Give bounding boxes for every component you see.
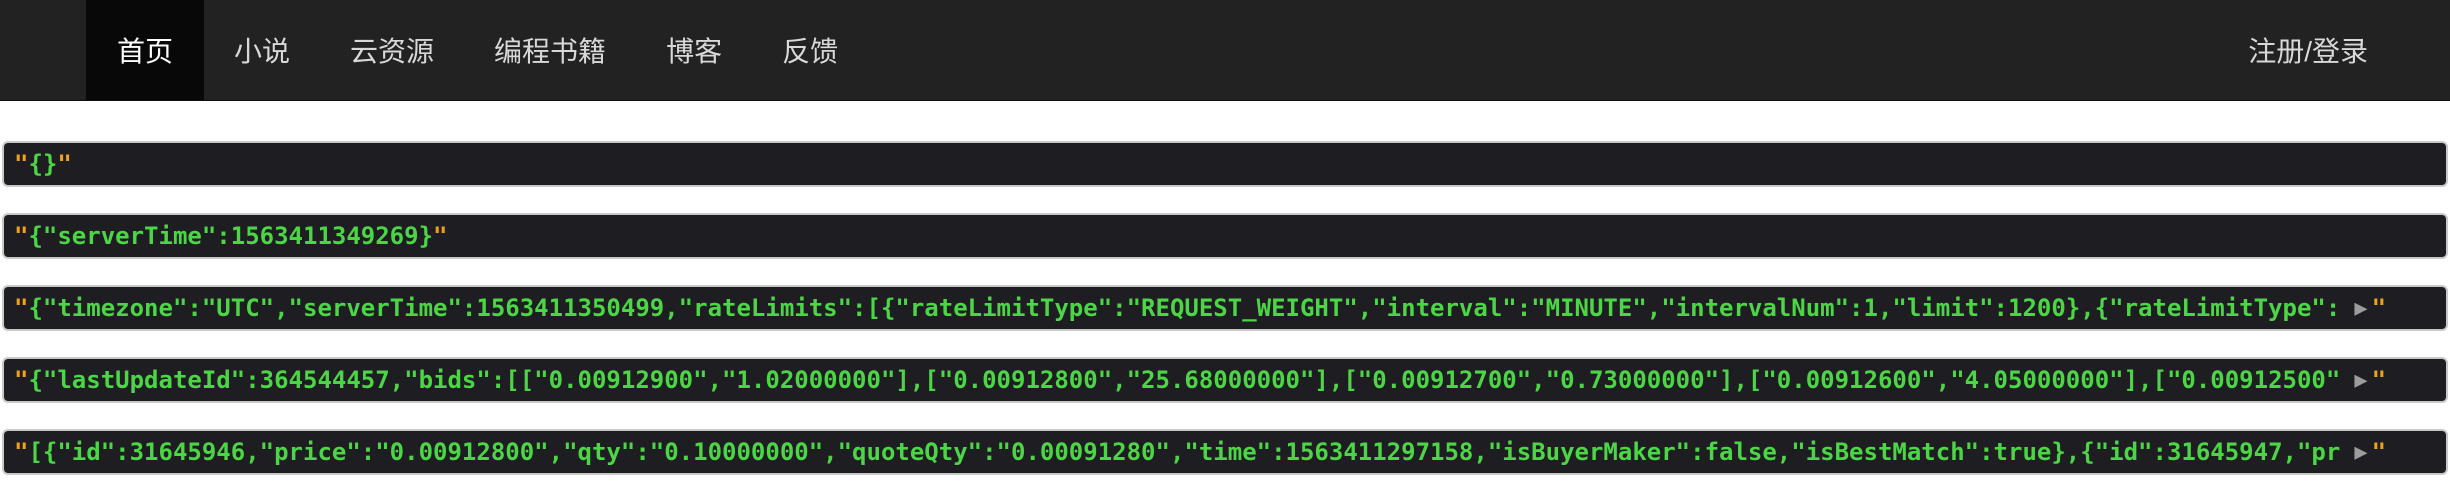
top-navbar: 首页 小说 云资源 编程书籍 博客 反馈 注册/登录 xyxy=(0,0,2450,101)
open-quote: " xyxy=(14,222,29,250)
open-quote: " xyxy=(14,366,29,394)
json-response-2-content: " {"serverTime":1563411349269} " xyxy=(14,215,447,257)
close-quote: " xyxy=(2371,438,2387,466)
close-quote: " xyxy=(2371,366,2387,394)
json-text: [{"id":31645946,"price":"0.00912800","qt… xyxy=(28,438,2341,466)
json-response-4: " {"lastUpdateId":364544457,"bids":[["0.0… xyxy=(2,357,2448,403)
open-quote: " xyxy=(14,438,29,466)
json-text: {} xyxy=(28,150,58,178)
nav-item-home[interactable]: 首页 xyxy=(86,0,205,100)
expand-arrow-icon[interactable]: ▶ xyxy=(2354,440,2367,465)
nav-item-novels[interactable]: 小说 xyxy=(204,0,320,100)
nav-item-cloud-resources[interactable]: 云资源 xyxy=(320,0,464,100)
json-response-2: " {"serverTime":1563411349269} " xyxy=(2,213,2448,259)
nav-item-programming-books[interactable]: 编程书籍 xyxy=(464,0,636,100)
expand-arrow-icon[interactable]: ▶ xyxy=(2354,296,2367,321)
json-text: {"timezone":"UTC","serverTime":156341135… xyxy=(28,294,2341,322)
nav-menu: 首页 小说 云资源 编程书籍 博客 反馈 xyxy=(86,0,868,100)
json-response-1: "{} " xyxy=(2,141,2448,187)
close-quote: " xyxy=(433,222,448,250)
json-text: {"serverTime":1563411349269} xyxy=(28,222,434,250)
open-quote: " xyxy=(14,150,29,178)
json-response-5: " [{"id":31645946,"price":"0.00912800","q… xyxy=(2,429,2448,475)
json-response-1-content: "{} " xyxy=(14,143,72,185)
close-quote: " xyxy=(2371,294,2387,322)
json-text: {"lastUpdateId":364544457,"bids":[["0.00… xyxy=(28,366,2341,394)
json-response-5-content: " [{"id":31645946,"price":"0.00912800","q… xyxy=(14,431,2386,473)
json-response-4-content: " {"lastUpdateId":364544457,"bids":[["0.0… xyxy=(14,359,2386,401)
open-quote: " xyxy=(14,294,29,322)
json-response-3: " {"timezone":"UTC","serverTime":15634113… xyxy=(2,285,2448,331)
register-login-link[interactable]: 注册/登录 xyxy=(2248,0,2368,100)
json-response-3-content: " {"timezone":"UTC","serverTime":15634113… xyxy=(14,287,2386,329)
nav-item-blog[interactable]: 博客 xyxy=(636,0,752,100)
expand-arrow-icon[interactable]: ▶ xyxy=(2354,368,2367,393)
close-quote: " xyxy=(57,150,72,178)
nav-item-feedback[interactable]: 反馈 xyxy=(752,0,868,100)
